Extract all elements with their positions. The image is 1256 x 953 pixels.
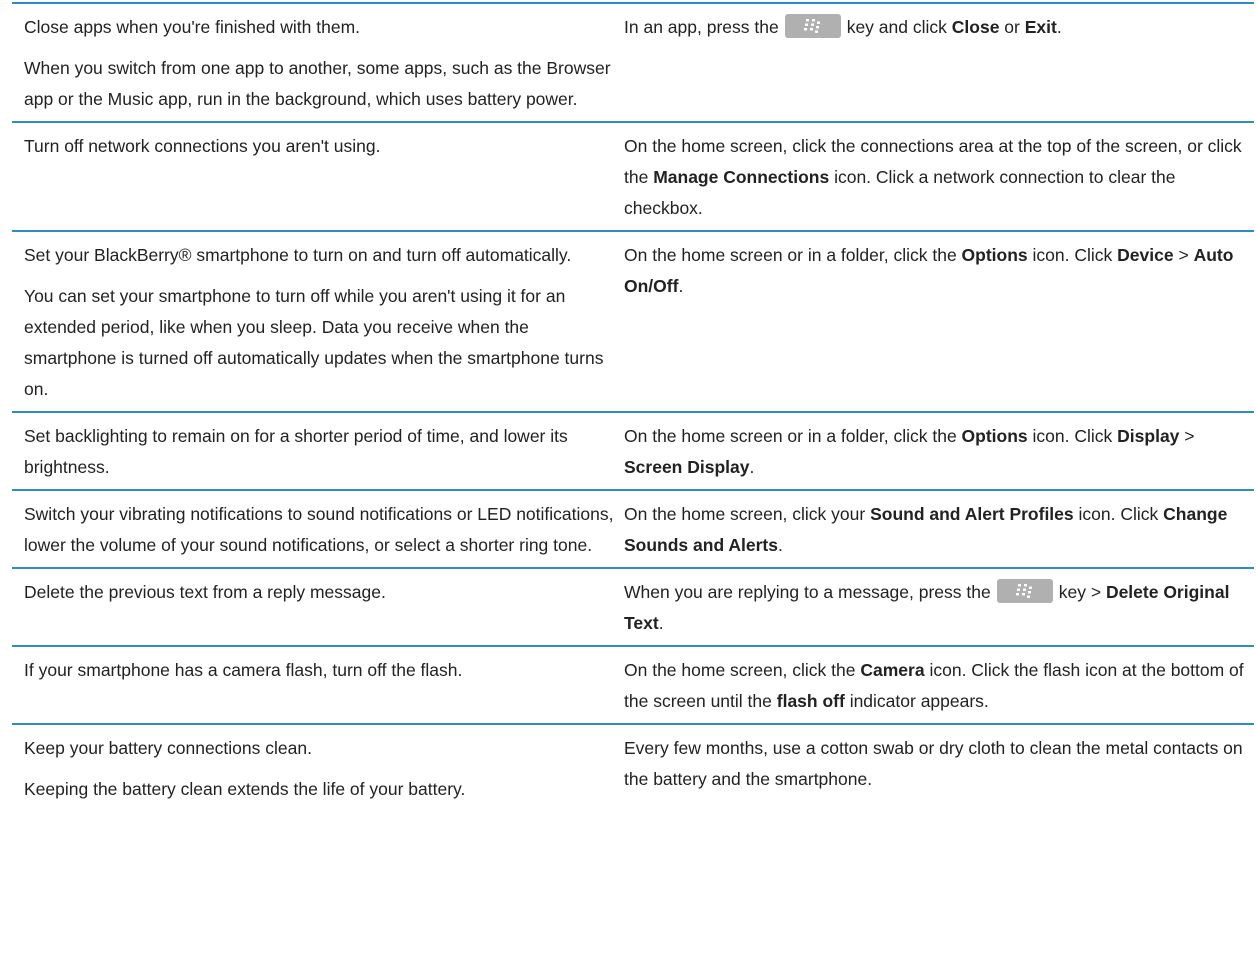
tip-cell: Close apps when you're finished with the… — [12, 12, 624, 115]
action-text: On the home screen or in a folder, click… — [624, 426, 1195, 477]
action-cell: When you are replying to a message, pres… — [624, 577, 1254, 639]
action-cell: On the home screen, click the Camera ico… — [624, 655, 1254, 717]
action-cell: On the home screen, click your Sound and… — [624, 499, 1254, 561]
tip-detail-text: When you switch from one app to another,… — [24, 58, 611, 109]
battery-tips-table: Close apps when you're finished with the… — [12, 2, 1254, 805]
table-row: Turn off network connections you aren't … — [12, 121, 1254, 230]
tip-text: If your smartphone has a camera flash, t… — [24, 660, 463, 680]
action-text: Every few months, use a cotton swab or d… — [624, 738, 1243, 789]
action-text: In an app, press the key and click Close … — [624, 12, 1254, 43]
tip-cell: Turn off network connections you aren't … — [12, 131, 624, 224]
blackberry-menu-key-icon — [784, 14, 841, 39]
tip-cell: If your smartphone has a camera flash, t… — [12, 655, 624, 717]
table-row: Switch your vibrating notifications to s… — [12, 489, 1254, 567]
tip-text: Close apps when you're finished with the… — [24, 17, 361, 37]
action-cell: Every few months, use a cotton swab or d… — [624, 733, 1254, 805]
tip-cell: Switch your vibrating notifications to s… — [12, 499, 624, 561]
table-row: Set your BlackBerry® smartphone to turn … — [12, 230, 1254, 411]
action-text: On the home screen or in a folder, click… — [624, 245, 1234, 296]
tip-detail-text: Keeping the battery clean extends the li… — [24, 779, 466, 799]
table-row: If your smartphone has a camera flash, t… — [12, 645, 1254, 723]
table-row: Keep your battery connections clean. Kee… — [12, 723, 1254, 805]
tip-detail-text: You can set your smartphone to turn off … — [24, 286, 604, 399]
action-text: On the home screen, click the connection… — [624, 136, 1242, 218]
tip-cell: Set your BlackBerry® smartphone to turn … — [12, 240, 624, 405]
table-row: Delete the previous text from a reply me… — [12, 567, 1254, 645]
table-row: Close apps when you're finished with the… — [12, 2, 1254, 121]
table-row: Set backlighting to remain on for a shor… — [12, 411, 1254, 489]
action-text: On the home screen, click the Camera ico… — [624, 660, 1244, 711]
tip-text: Keep your battery connections clean. — [24, 738, 312, 758]
action-text: When you are replying to a message, pres… — [624, 577, 1254, 639]
tip-text: Set your BlackBerry® smartphone to turn … — [24, 245, 572, 265]
action-cell: On the home screen or in a folder, click… — [624, 240, 1254, 405]
action-cell: On the home screen, click the connection… — [624, 131, 1254, 224]
tip-text: Delete the previous text from a reply me… — [24, 582, 386, 602]
tip-cell: Set backlighting to remain on for a shor… — [12, 421, 624, 483]
action-text: On the home screen, click your Sound and… — [624, 504, 1228, 555]
tip-cell: Keep your battery connections clean. Kee… — [12, 733, 624, 805]
tip-text: Switch your vibrating notifications to s… — [24, 504, 614, 555]
tip-cell: Delete the previous text from a reply me… — [12, 577, 624, 639]
blackberry-menu-key-icon — [996, 579, 1053, 604]
tip-text: Turn off network connections you aren't … — [24, 136, 381, 156]
action-cell: On the home screen or in a folder, click… — [624, 421, 1254, 483]
tip-text: Set backlighting to remain on for a shor… — [24, 426, 568, 477]
action-cell: In an app, press the key and click Close … — [624, 12, 1254, 115]
